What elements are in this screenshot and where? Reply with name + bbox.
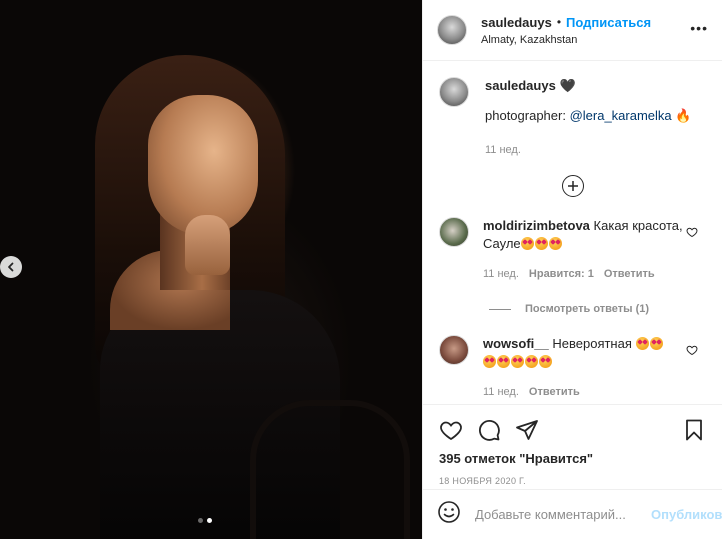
author-avatar[interactable] xyxy=(437,15,467,45)
action-icons xyxy=(439,405,706,449)
add-comment-bar: Опубликовать xyxy=(423,489,722,539)
commenter-avatar[interactable] xyxy=(439,335,469,365)
fire-emoji-icon: 🔥 xyxy=(675,108,692,123)
comment-item: wowsofi__ Невероятная 11 нед. Ответить xyxy=(439,335,706,401)
photo-hand xyxy=(185,215,230,275)
comment-text: Невероятная xyxy=(552,336,632,351)
caption-time[interactable]: 11 нед. xyxy=(485,141,691,159)
reply-button[interactable]: Ответить xyxy=(529,383,580,401)
comment-meta: 11 нед. Нравится: 1 Ответить xyxy=(483,265,683,283)
heart-eyes-emoji-icon xyxy=(539,355,552,368)
author-username[interactable]: sauledauys xyxy=(481,15,552,30)
photo-chair xyxy=(250,400,410,539)
follow-button[interactable]: Подписаться xyxy=(566,15,651,30)
heart-eyes-emoji-icon xyxy=(497,355,510,368)
comment-input[interactable] xyxy=(475,507,651,522)
comment-likes-link[interactable]: Нравится: 1 xyxy=(529,265,594,283)
view-replies-button[interactable]: Посмотреть ответы (1) xyxy=(489,303,706,315)
comment-item: moldirizimbetova Какая красота, Сауле 11… xyxy=(439,217,706,283)
heart-icon xyxy=(686,345,698,356)
heart-icon xyxy=(440,421,462,441)
heart-icon xyxy=(686,227,698,238)
replies-divider xyxy=(489,308,511,310)
heart-eyes-emoji-icon xyxy=(548,237,562,250)
post-photo[interactable] xyxy=(0,0,422,539)
chevron-left-icon xyxy=(8,262,14,272)
comment-body: moldirizimbetova Какая красота, Сауле 11… xyxy=(483,217,683,283)
heart-eyes-emoji-icon xyxy=(534,237,548,250)
reply-button[interactable]: Ответить xyxy=(604,265,655,283)
caption-username[interactable]: sauledauys xyxy=(485,78,556,93)
load-more-comments xyxy=(439,175,706,197)
comments-list[interactable]: sauledauys 🖤 photographer: @lera_karamel… xyxy=(423,61,722,404)
commenter-username[interactable]: moldirizimbetova xyxy=(483,218,590,233)
carousel-prev-button[interactable] xyxy=(0,256,22,278)
share-button[interactable] xyxy=(515,418,539,442)
comment-meta: 11 нед. Ответить xyxy=(483,383,683,401)
carousel-dot xyxy=(198,518,203,523)
comment-time[interactable]: 11 нед. xyxy=(483,265,519,283)
caption-header: sauledauys 🖤 xyxy=(485,77,691,95)
separator-dot: • xyxy=(556,15,562,29)
heart-eyes-emoji-icon xyxy=(520,237,534,250)
save-button[interactable] xyxy=(682,418,706,442)
heart-eyes-emoji-icon xyxy=(649,337,663,350)
bookmark-icon xyxy=(686,419,702,441)
likes-count[interactable]: 395 отметок "Нравится" xyxy=(439,451,706,466)
commenter-avatar[interactable] xyxy=(439,217,469,247)
more-options-button[interactable]: ••• xyxy=(690,20,708,36)
heart-eyes-emoji-icon xyxy=(511,355,524,368)
carousel-indicator xyxy=(198,518,212,523)
post-actions: 395 отметок "Нравится" 18 НОЯБРЯ 2020 Г.… xyxy=(423,404,722,539)
smile-icon xyxy=(438,501,460,523)
author-row: sauledauys • Подписаться xyxy=(481,15,651,30)
heart-emoji-icon: 🖤 xyxy=(559,78,576,93)
author-meta: sauledauys • Подписаться Almaty, Kazakhs… xyxy=(481,15,651,46)
plus-circle-icon xyxy=(567,181,578,191)
location-link[interactable]: Almaty, Kazakhstan xyxy=(481,34,651,46)
like-comment-button[interactable] xyxy=(686,225,698,243)
comment-button[interactable] xyxy=(477,418,501,442)
emoji-picker-button[interactable] xyxy=(437,500,461,529)
post-date[interactable]: 18 НОЯБРЯ 2020 Г. xyxy=(439,476,706,486)
publish-button[interactable]: Опубликовать xyxy=(651,507,722,522)
heart-eyes-emoji-icon xyxy=(635,337,649,350)
caption-text: photographer: @lera_karamelka 🔥 xyxy=(485,107,691,125)
comment-text-line: moldirizimbetova Какая красота, Сауле xyxy=(483,217,683,253)
view-replies-label: Посмотреть ответы (1) xyxy=(525,303,650,315)
commenter-username[interactable]: wowsofi__ xyxy=(483,336,549,351)
comment-icon xyxy=(479,420,500,441)
caption-prefix: photographer: xyxy=(485,108,570,123)
carousel-dot-active xyxy=(207,518,212,523)
like-button[interactable] xyxy=(439,418,463,442)
post-side-panel: sauledauys • Подписаться Almaty, Kazakhs… xyxy=(422,0,722,539)
comment-body: wowsofi__ Невероятная 11 нед. Ответить xyxy=(483,335,683,401)
heart-eyes-emoji-icon xyxy=(525,355,538,368)
post-modal: sauledauys • Подписаться Almaty, Kazakhs… xyxy=(0,0,722,539)
comment-text-line: wowsofi__ Невероятная xyxy=(483,335,683,371)
caption-avatar[interactable] xyxy=(439,77,469,107)
photo-face xyxy=(148,95,258,235)
post-header: sauledauys • Подписаться Almaty, Kazakhs… xyxy=(423,0,722,61)
load-more-comments-button[interactable] xyxy=(561,175,584,197)
comment-time[interactable]: 11 нед. xyxy=(483,383,519,401)
share-icon xyxy=(516,420,538,440)
heart-eyes-emoji-icon xyxy=(483,355,496,368)
like-comment-button[interactable] xyxy=(686,343,698,361)
caption-body: sauledauys 🖤 photographer: @lera_karamel… xyxy=(485,77,691,159)
caption: sauledauys 🖤 photographer: @lera_karamel… xyxy=(439,77,706,159)
photographer-mention-link[interactable]: @lera_karamelka xyxy=(570,108,672,123)
